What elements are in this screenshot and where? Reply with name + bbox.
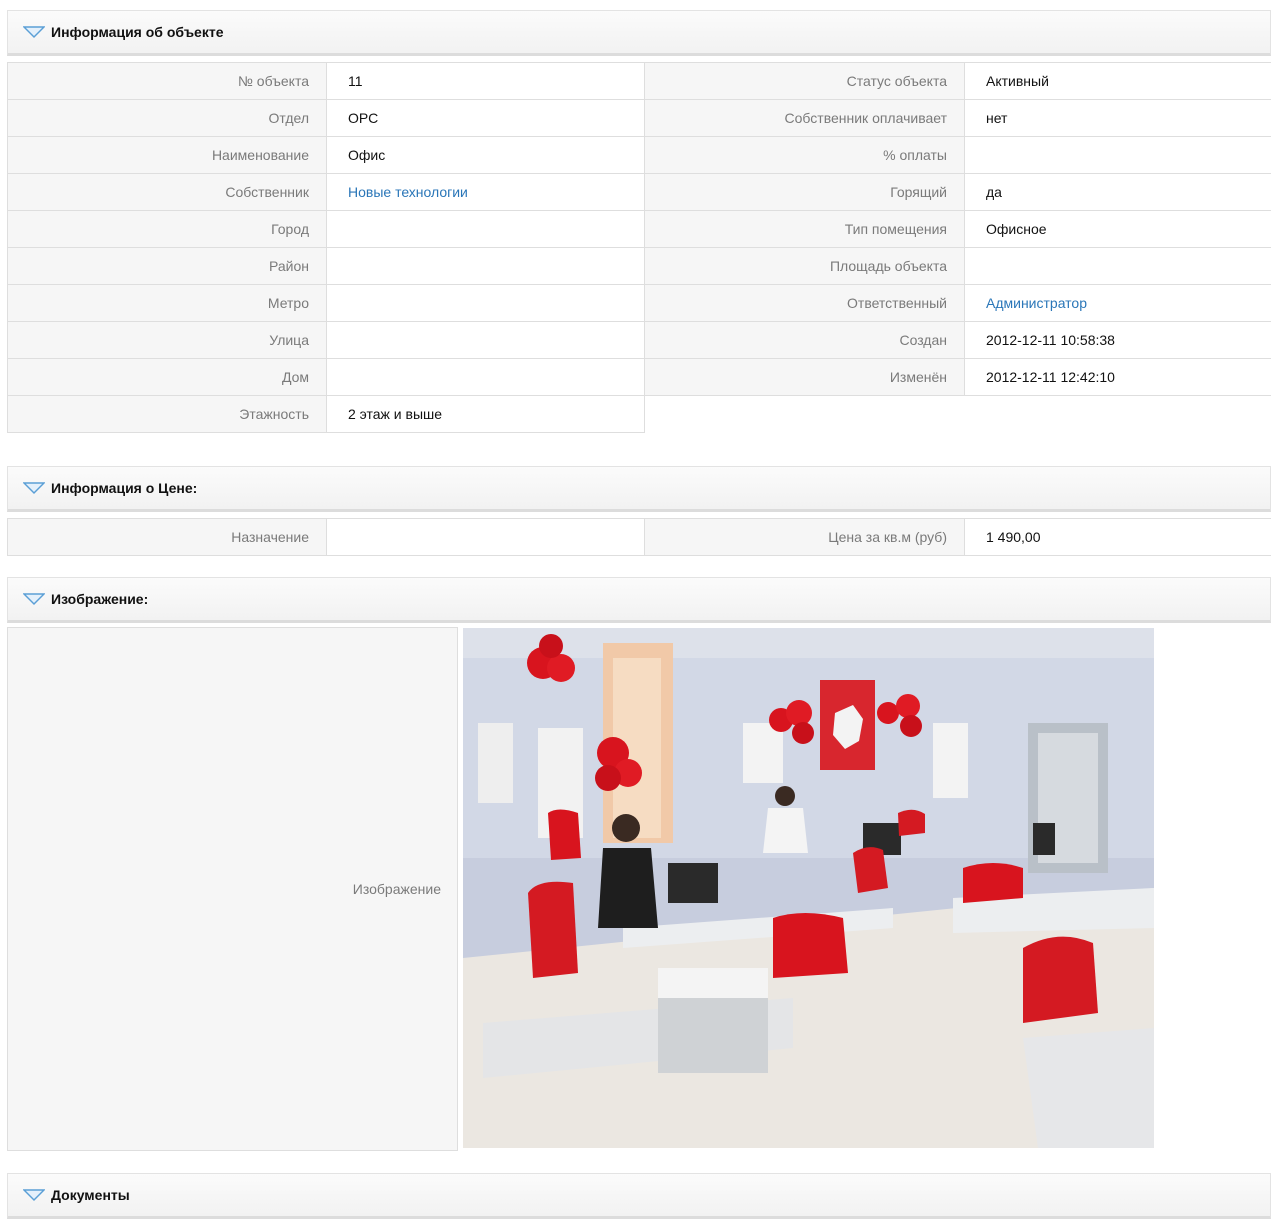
floors-value: 2 этаж и выше — [326, 395, 645, 433]
triangle-down-icon — [23, 482, 45, 495]
object-info-table: № объекта 11 Статус объекта Активный Отд… — [7, 62, 1271, 433]
owner-link[interactable]: Новые технологии — [348, 184, 468, 200]
street-value — [326, 321, 645, 359]
object-status-label: Статус объекта — [644, 62, 965, 100]
floors-label: Этажность — [7, 395, 327, 433]
section-header-price-info[interactable]: Информация о Цене: — [7, 466, 1271, 512]
metro-value — [326, 284, 645, 322]
object-status-value: Активный — [964, 62, 1271, 100]
table-row: Город Тип помещения Офисное — [7, 210, 1271, 248]
table-row: Дом Изменён 2012-12-11 12:42:10 — [7, 358, 1271, 396]
premises-type-value: Офисное — [964, 210, 1271, 248]
object-number-label: № объекта — [7, 62, 327, 100]
table-row: Район Площадь объекта — [7, 247, 1271, 285]
triangle-down-icon — [23, 26, 45, 39]
city-value — [326, 210, 645, 248]
district-value — [326, 247, 645, 285]
created-label: Создан — [644, 321, 965, 359]
purpose-label: Назначение — [7, 518, 327, 556]
table-row: Назначение Цена за кв.м (руб) 1 490,00 — [7, 518, 1271, 556]
table-row: Наименование Офис % оплаты — [7, 136, 1271, 174]
owner-value: Новые технологии — [326, 173, 645, 211]
area-value — [964, 247, 1271, 285]
name-value: Офис — [326, 136, 645, 174]
city-label: Город — [7, 210, 327, 248]
triangle-down-icon — [23, 593, 45, 606]
responsible-link[interactable]: Администратор — [986, 295, 1087, 311]
section-header-image[interactable]: Изображение: — [7, 577, 1271, 623]
object-number-value: 11 — [326, 62, 645, 100]
price-per-sqm-label: Цена за кв.м (руб) — [644, 518, 965, 556]
table-row: Этажность 2 этаж и выше — [7, 395, 1271, 433]
modified-label: Изменён — [644, 358, 965, 396]
modified-value: 2012-12-11 12:42:10 — [964, 358, 1271, 396]
hot-value: да — [964, 173, 1271, 211]
premises-type-label: Тип помещения — [644, 210, 965, 248]
created-value: 2012-12-11 10:58:38 — [964, 321, 1271, 359]
owner-pays-label: Собственник оплачивает — [644, 99, 965, 137]
section-header-object-info[interactable]: Информация об объекте — [7, 10, 1271, 56]
owner-label: Собственник — [7, 173, 327, 211]
purpose-value — [326, 518, 645, 556]
section-header-documents[interactable]: Документы — [7, 1173, 1271, 1219]
table-row: Улица Создан 2012-12-11 10:58:38 — [7, 321, 1271, 359]
owner-pays-value: нет — [964, 99, 1271, 137]
table-row: Собственник Новые технологии Горящий да — [7, 173, 1271, 211]
department-value: ОРС — [326, 99, 645, 137]
section-title: Изображение: — [51, 591, 149, 607]
office-photo-illustration — [463, 628, 1154, 1148]
object-photo[interactable] — [463, 628, 1154, 1148]
metro-label: Метро — [7, 284, 327, 322]
responsible-value: Администратор — [964, 284, 1271, 322]
section-title: Информация о Цене: — [51, 480, 198, 496]
empty-cell — [644, 395, 1271, 433]
district-label: Район — [7, 247, 327, 285]
table-row: № объекта 11 Статус объекта Активный — [7, 62, 1271, 100]
image-label: Изображение — [352, 881, 441, 897]
house-value — [326, 358, 645, 396]
price-info-table: Назначение Цена за кв.м (руб) 1 490,00 — [7, 518, 1271, 556]
section-title: Документы — [51, 1187, 130, 1203]
table-row: Отдел ОРС Собственник оплачивает нет — [7, 99, 1271, 137]
section-title: Информация об объекте — [51, 24, 224, 40]
name-label: Наименование — [7, 136, 327, 174]
house-label: Дом — [7, 358, 327, 396]
street-label: Улица — [7, 321, 327, 359]
triangle-down-icon — [23, 1189, 45, 1202]
payment-percent-value — [964, 136, 1271, 174]
payment-percent-label: % оплаты — [644, 136, 965, 174]
area-label: Площадь объекта — [644, 247, 965, 285]
hot-label: Горящий — [644, 173, 965, 211]
department-label: Отдел — [7, 99, 327, 137]
responsible-label: Ответственный — [644, 284, 965, 322]
image-label-cell: Изображение — [7, 627, 458, 1151]
price-per-sqm-value: 1 490,00 — [964, 518, 1271, 556]
table-row: Метро Ответственный Администратор — [7, 284, 1271, 322]
